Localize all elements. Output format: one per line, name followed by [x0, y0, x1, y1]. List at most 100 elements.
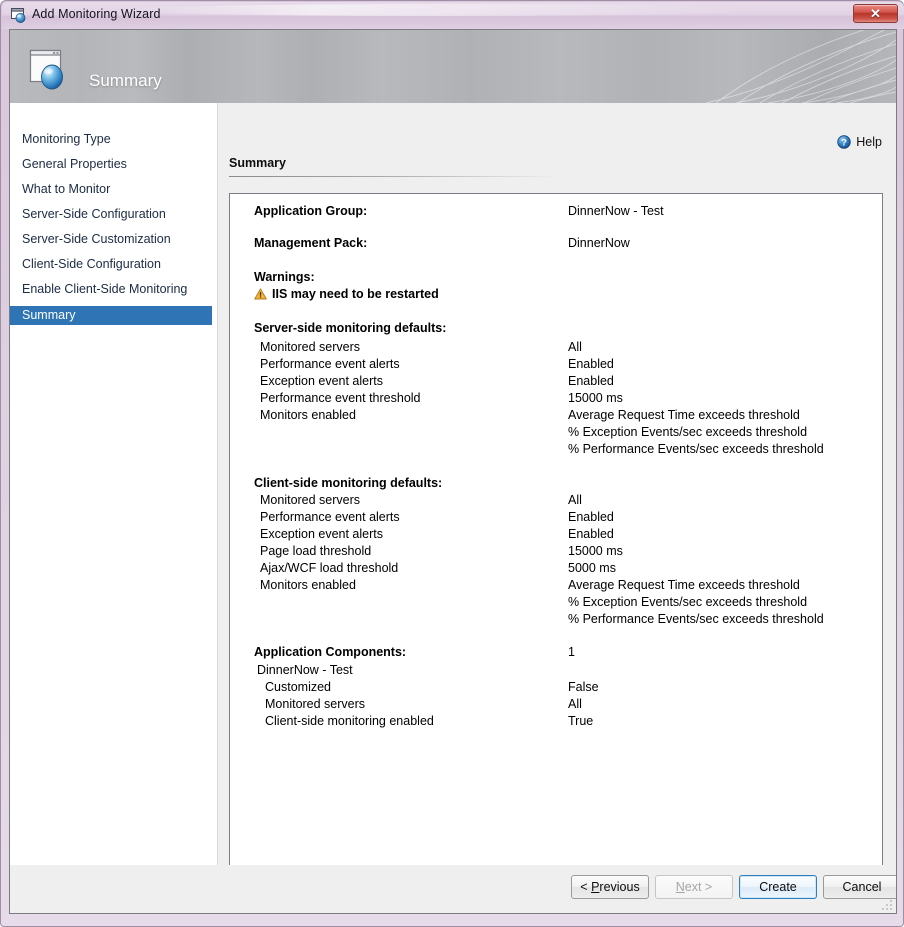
server-side-row: Performance event alerts Enabled — [230, 356, 882, 373]
banner-title: Summary — [89, 71, 162, 91]
server-side-row-value: All — [568, 339, 582, 356]
cancel-button[interactable]: Cancel — [823, 875, 897, 899]
client-side-row: % Performance Events/sec exceeds thresho… — [230, 611, 882, 628]
client-side-row-label: Exception event alerts — [260, 526, 383, 543]
sidebar-item-general-properties[interactable]: General Properties — [10, 155, 212, 174]
wizard-window-icon — [10, 7, 27, 24]
client-side-row-label: Performance event alerts — [260, 509, 400, 526]
server-side-row: % Exception Events/sec exceeds threshold — [230, 424, 882, 441]
server-side-row-label: Performance event threshold — [260, 390, 421, 407]
application-components-heading: Application Components: 1 — [230, 644, 882, 661]
application-components-count: 1 — [568, 644, 575, 661]
client-side-row-value: Enabled — [568, 509, 614, 526]
client-side-row: % Exception Events/sec exceeds threshold — [230, 594, 882, 611]
application-component-row: Client-side monitoring enabled True — [230, 713, 882, 730]
wizard-step-sidebar: Monitoring Type General Properties What … — [10, 103, 218, 865]
summary-content-box: Application Group: DinnerNow - Test Mana… — [229, 193, 883, 871]
application-components-heading-label: Application Components: — [254, 644, 406, 661]
server-side-row-label: Monitors enabled — [260, 407, 356, 424]
server-side-row: Monitored servers All — [230, 339, 882, 356]
server-side-defaults-heading-label: Server-side monitoring defaults: — [254, 320, 446, 337]
svg-text:?: ? — [841, 138, 847, 149]
client-side-row-value: % Exception Events/sec exceeds threshold — [568, 594, 807, 611]
client-side-row: Page load threshold 15000 ms — [230, 543, 882, 560]
help-label: Help — [856, 135, 882, 149]
wizard-page-icon — [28, 47, 74, 93]
resize-grip[interactable] — [881, 899, 893, 911]
sidebar-item-monitoring-type[interactable]: Monitoring Type — [10, 130, 212, 149]
create-button[interactable]: Create — [739, 875, 817, 899]
window-title: Add Monitoring Wizard — [32, 7, 161, 21]
application-component-row: DinnerNow - Test — [230, 662, 882, 679]
sidebar-item-what-to-monitor[interactable]: What to Monitor — [10, 180, 212, 199]
client-side-row: Exception event alerts Enabled — [230, 526, 882, 543]
server-side-row: Monitors enabled Average Request Time ex… — [230, 407, 882, 424]
close-icon: ✕ — [870, 7, 881, 20]
server-side-row-label: Performance event alerts — [260, 356, 400, 373]
server-side-row-label: Exception event alerts — [260, 373, 383, 390]
server-side-defaults-heading: Server-side monitoring defaults: — [230, 320, 882, 337]
client-side-row-value: 15000 ms — [568, 543, 623, 560]
client-side-row: Monitors enabled Average Request Time ex… — [230, 577, 882, 594]
warning-item-text: IIS may need to be restarted — [272, 287, 439, 301]
application-component-row-label: Client-side monitoring enabled — [265, 713, 434, 730]
server-side-row: % Performance Events/sec exceeds thresho… — [230, 441, 882, 458]
client-side-row-value: Average Request Time exceeds threshold — [568, 577, 800, 594]
sidebar-item-server-side-configuration[interactable]: Server-Side Configuration — [10, 205, 212, 224]
previous-button[interactable]: < Previous — [571, 875, 649, 899]
warning-triangle-icon — [254, 288, 267, 300]
page-banner: Summary — [10, 30, 896, 103]
help-circle-icon: ? — [837, 135, 851, 149]
banner-mesh-decoration — [596, 30, 896, 103]
summary-row-warnings-heading: Warnings: — [230, 269, 882, 286]
next-button[interactable]: Next > — [655, 875, 733, 899]
application-component-row-value: False — [568, 679, 599, 696]
client-side-row-value: 5000 ms — [568, 560, 616, 577]
server-side-row-value: Enabled — [568, 356, 614, 373]
next-button-label: Next > — [676, 880, 712, 894]
server-side-row-label: Monitored servers — [260, 339, 360, 356]
client-side-row: Monitored servers All — [230, 492, 882, 509]
server-side-row-value: Average Request Time exceeds threshold — [568, 407, 800, 424]
page-title: Summary — [229, 156, 286, 170]
client-side-row-label: Monitored servers — [260, 492, 360, 509]
application-component-row-value: All — [568, 696, 582, 713]
sidebar-item-enable-client-side-monitoring[interactable]: Enable Client-Side Monitoring — [10, 280, 212, 299]
summary-row-application-group: Application Group: DinnerNow - Test — [230, 203, 882, 220]
wizard-client-area: Summary Monitoring Type General Properti… — [9, 29, 897, 914]
application-group-value: DinnerNow - Test — [568, 203, 664, 220]
client-side-row-value: All — [568, 492, 582, 509]
close-button[interactable]: ✕ — [853, 4, 898, 23]
sidebar-item-summary[interactable]: Summary — [10, 306, 212, 325]
page-title-divider — [229, 176, 559, 177]
application-component-name: DinnerNow - Test — [257, 662, 353, 679]
client-side-defaults-heading: Client-side monitoring defaults: — [230, 475, 882, 492]
client-side-row: Ajax/WCF load threshold 5000 ms — [230, 560, 882, 577]
server-side-row: Performance event threshold 15000 ms — [230, 390, 882, 407]
previous-button-label: < Previous — [580, 880, 639, 894]
sidebar-item-server-side-customization[interactable]: Server-Side Customization — [10, 230, 212, 249]
summary-row-management-pack: Management Pack: DinnerNow — [230, 235, 882, 252]
client-side-defaults-heading-label: Client-side monitoring defaults: — [254, 475, 442, 492]
server-side-row-value: 15000 ms — [568, 390, 623, 407]
client-side-row-value: Enabled — [568, 526, 614, 543]
server-side-row: Exception event alerts Enabled — [230, 373, 882, 390]
client-side-row-label: Ajax/WCF load threshold — [260, 560, 398, 577]
application-group-label: Application Group: — [254, 203, 367, 220]
application-component-row-label: Monitored servers — [265, 696, 365, 713]
application-component-row-value: True — [568, 713, 593, 730]
client-side-row-value: % Performance Events/sec exceeds thresho… — [568, 611, 824, 628]
sidebar-item-client-side-configuration[interactable]: Client-Side Configuration — [10, 255, 212, 274]
help-link[interactable]: ? Help — [837, 135, 882, 149]
application-component-row: Customized False — [230, 679, 882, 696]
warnings-label: Warnings: — [254, 269, 315, 286]
client-side-row: Performance event alerts Enabled — [230, 509, 882, 526]
title-bar: Add Monitoring Wizard ✕ — [2, 2, 904, 29]
server-side-row-value: % Performance Events/sec exceeds thresho… — [568, 441, 824, 458]
server-side-row-value: Enabled — [568, 373, 614, 390]
application-component-row: Monitored servers All — [230, 696, 882, 713]
wizard-main-pane: ? Help Summary Application Group: Dinner… — [218, 103, 896, 865]
titlebar-glass-highlight — [122, 4, 762, 16]
warning-item-iis-restart: IIS may need to be restarted — [254, 287, 439, 301]
wizard-footer: < Previous Next > Create Cancel — [10, 865, 896, 913]
